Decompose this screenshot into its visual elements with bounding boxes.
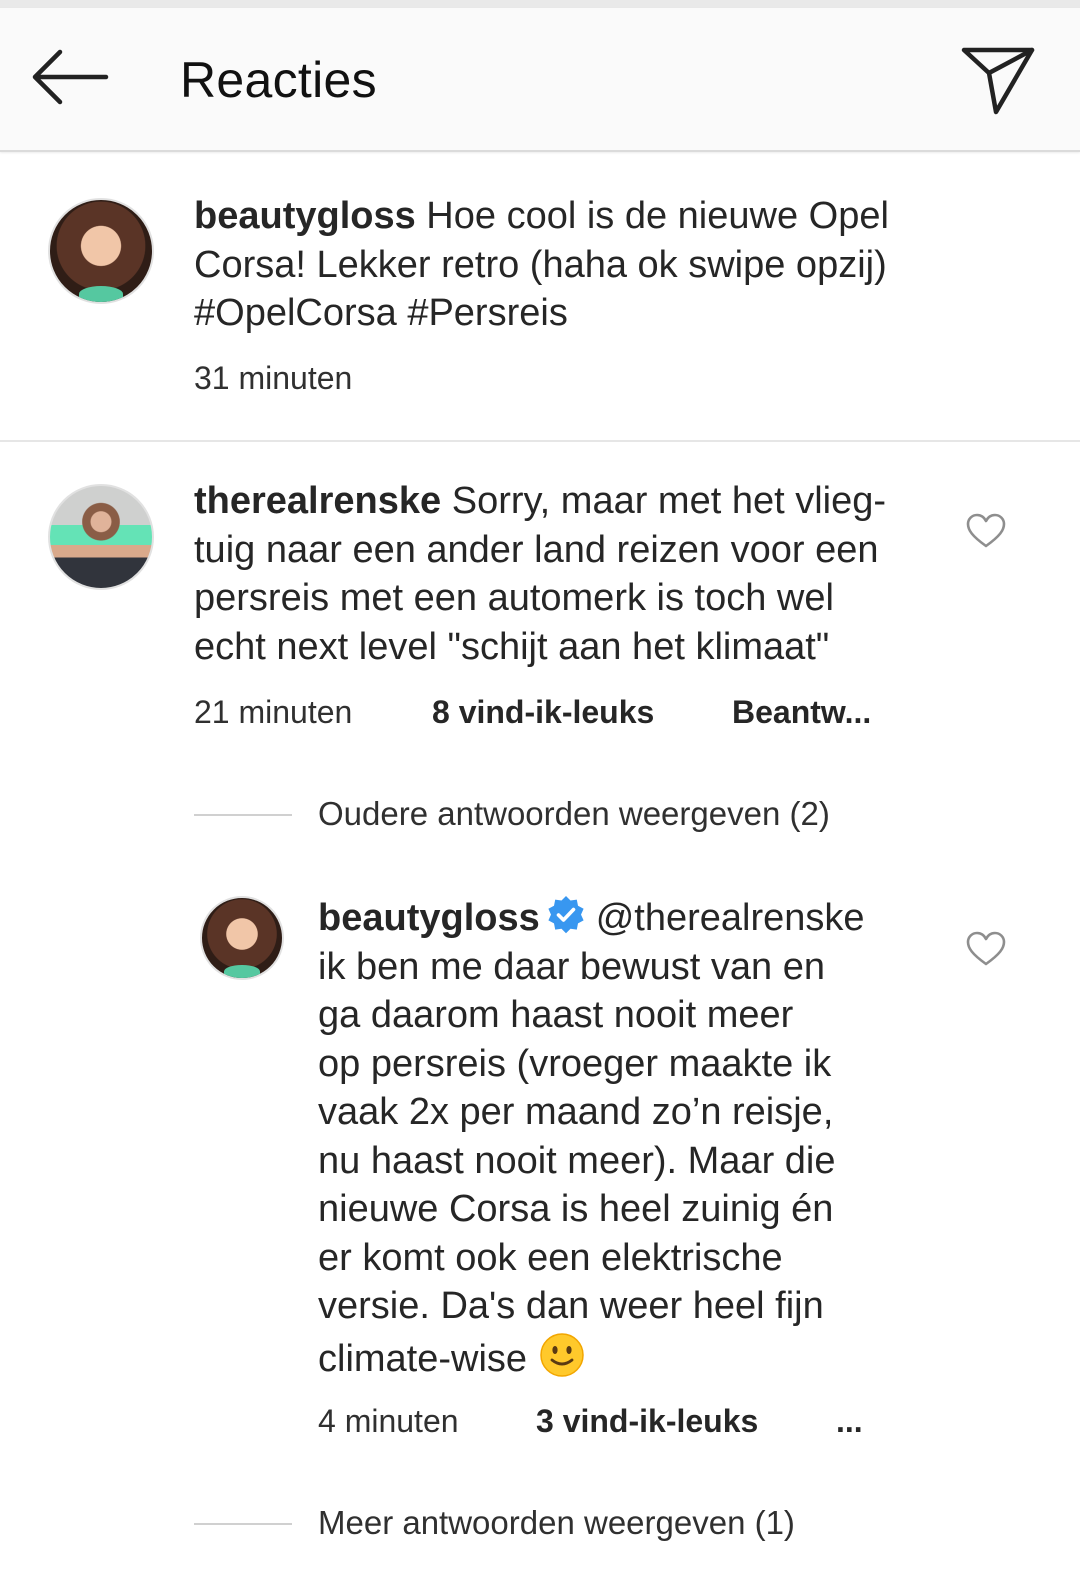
avatar-beautygloss[interactable] [48,198,154,304]
reply-line: op persreis (vroeger maakte ik [318,1042,832,1085]
like-heart-icon[interactable] [966,931,1006,967]
reply-text: beautygloss @therealrenske ik ben me daa… [318,894,938,1383]
comment-line: tuig naar een ander land reizen voor een [194,528,879,571]
reply-likes: 3 vind-ik-leuks [536,1403,759,1439]
comment-likes-link[interactable]: 8 vind-ik-leuks [432,692,654,732]
reply-line: nieuwe Corsa is heel zuinig én [318,1188,834,1230]
comment-username[interactable]: therealrenske [194,480,441,522]
avatar-beautygloss-reply[interactable] [200,896,284,980]
avatar-therealrenske[interactable] [48,484,154,590]
caption-username[interactable]: beautygloss [194,195,416,237]
comment-line: Sorry, maar met het vlieg- [451,480,887,522]
slightly-smiling-face-icon [539,1332,584,1377]
reply-line: ga daarom haast nooit meer [318,994,794,1036]
view-more-replies-label: Meer antwoorden weergeven (1) [318,1504,795,1541]
view-older-replies[interactable]: Oudere antwoorden weergeven (2) [194,794,894,836]
reply-mention[interactable]: @therealrenske [596,897,865,939]
comment-reply-label: Beantw... [732,694,872,730]
reply-line: nu haast nooit meer). Maar die [318,1139,836,1182]
reply-username[interactable]: beautygloss [318,897,540,939]
reply-line: ik ben me daar bewust van en [318,945,825,988]
reply-likes-link[interactable]: 3 vind-ik-leuks [536,1401,758,1441]
caption-line: Corsa! Lekker retro (haha ok swipe opzij… [194,243,887,286]
comment-line: echt next level "schijt aan het klimaat" [194,625,830,668]
more-options-icon: ... [836,1403,863,1439]
paper-plane-icon [961,47,1035,115]
verified-badge-icon [548,896,584,934]
reply-more-button[interactable]: ... [836,1401,863,1441]
view-more-replies[interactable]: Meer antwoorden weergeven (1) [194,1503,894,1545]
comment-line: persreis met een automerk is toch wel [194,577,834,619]
caption-text: beautygloss Hoe cool is de nieuwe Opel C… [194,192,994,338]
comment-text: therealrenske Sorry, maar met het vlieg-… [194,477,954,671]
reply-line: er komt ook een elektrische [318,1236,783,1279]
comment-reply-button[interactable]: Beantw... [732,692,871,732]
like-heart-icon[interactable] [966,513,1006,549]
reply-thread-line [194,814,292,816]
back-button[interactable] [30,46,112,108]
comment-likes: 8 vind-ik-leuks [432,694,655,730]
view-older-replies-label: Oudere antwoorden weergeven (2) [318,795,830,832]
post-caption: beautygloss Hoe cool is de nieuwe Opel C… [0,152,1080,442]
top-app-bar: Reacties [0,8,1080,152]
page-title: Reacties [180,52,377,108]
reply-line: versie. Da's dan weer heel fijn [318,1285,824,1327]
status-bar-strip [0,0,1080,8]
reply-time: 4 minuten [318,1403,459,1439]
reply-thread-line [194,1523,292,1525]
arrow-left-icon [32,49,109,105]
reply-line: vaak 2x per maand zo’n reisje, [318,1091,834,1133]
caption-line: Hoe cool is de nieuwe Opel [426,195,889,237]
caption-time: 31 minuten [194,360,353,396]
caption-hashtags[interactable]: #OpelCorsa #Persreis [194,289,994,338]
reply-line: climate-wise [318,1337,528,1380]
comment-time: 21 minuten [194,694,353,730]
share-button[interactable] [958,42,1040,118]
